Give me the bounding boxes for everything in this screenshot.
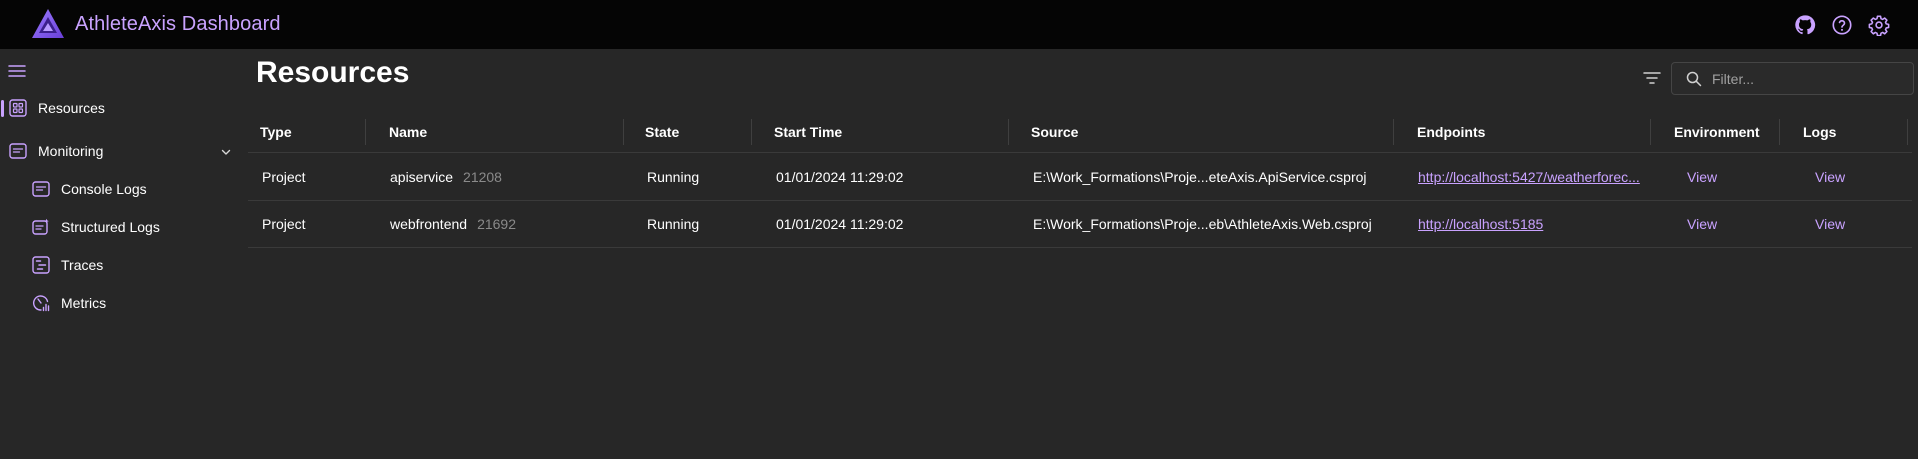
- table-row[interactable]: Project apiservice 21208 Running 01/01/20…: [248, 154, 1912, 201]
- app-header: AthleteAxis Dashboard: [0, 0, 1918, 49]
- sidebar-item-label: Traces: [61, 257, 104, 273]
- table-header: Type Name State Start Time Source Endpoi…: [248, 111, 1912, 153]
- page-title: Resources: [256, 56, 410, 89]
- column-resize-handle[interactable]: [1393, 119, 1394, 145]
- cell-start-time: 01/01/2024 11:29:02: [776, 216, 904, 232]
- column-resize-handle[interactable]: [623, 119, 624, 145]
- sidebar: Resources Monitoring Console Logs Struct…: [0, 49, 245, 459]
- cell-type: Project: [262, 169, 306, 185]
- resource-name: webfrontend: [390, 216, 468, 232]
- column-resize-handle[interactable]: [1008, 119, 1009, 145]
- process-id: 21692: [477, 216, 516, 232]
- column-resize-handle[interactable]: [1779, 119, 1780, 145]
- sidebar-item-label: Metrics: [61, 295, 107, 311]
- table-row[interactable]: Project webfrontend 21692 Running 01/01/2…: [248, 201, 1912, 248]
- structured-logs-icon: [32, 218, 50, 236]
- monitoring-icon: [9, 142, 27, 160]
- sidebar-item-traces[interactable]: Traces: [32, 256, 103, 274]
- sidebar-item-metrics[interactable]: Metrics: [32, 294, 106, 312]
- endpoint-link[interactable]: http://localhost:5427/weatherforec...: [1418, 154, 1646, 200]
- column-resize-handle[interactable]: [1907, 119, 1908, 145]
- column-header-logs[interactable]: Logs: [1803, 111, 1836, 153]
- column-resize-handle[interactable]: [365, 119, 366, 145]
- active-indicator: [1, 100, 4, 117]
- column-header-source[interactable]: Source: [1031, 111, 1078, 153]
- console-logs-icon: [32, 180, 50, 198]
- sidebar-item-label: Structured Logs: [61, 219, 160, 235]
- column-resize-handle[interactable]: [1650, 119, 1651, 145]
- sidebar-item-resources[interactable]: Resources: [9, 99, 105, 117]
- app-title[interactable]: AthleteAxis Dashboard: [75, 13, 281, 36]
- chevron-down-icon[interactable]: [220, 145, 232, 157]
- column-header-name[interactable]: Name: [389, 111, 427, 153]
- settings-icon[interactable]: [1868, 14, 1890, 36]
- environment-view-link[interactable]: View: [1687, 201, 1717, 247]
- logs-view-link[interactable]: View: [1815, 201, 1845, 247]
- cell-state: Running: [647, 169, 700, 185]
- traces-icon: [32, 256, 50, 274]
- cell-name: apiservice 21208: [390, 154, 502, 200]
- endpoint-link[interactable]: http://localhost:5185: [1418, 201, 1646, 247]
- hamburger-menu-icon[interactable]: [8, 63, 26, 79]
- metrics-icon: [32, 294, 50, 312]
- cell-source: E:\Work_Formations\Proje...eb\AthleteAxi…: [1033, 216, 1372, 232]
- sidebar-item-label: Console Logs: [61, 181, 147, 197]
- resources-icon: [9, 99, 27, 117]
- github-icon[interactable]: [1794, 14, 1816, 36]
- cell-type: Project: [262, 216, 306, 232]
- process-id: 21208: [463, 169, 502, 185]
- search-icon: [1686, 71, 1702, 87]
- cell-state: Running: [647, 216, 700, 232]
- resource-name: apiservice: [390, 169, 454, 185]
- cell-source: E:\Work_Formations\Proje...eteAxis.ApiSe…: [1033, 169, 1367, 185]
- cell-start-time: 01/01/2024 11:29:02: [776, 169, 904, 185]
- column-header-environment[interactable]: Environment: [1674, 111, 1760, 153]
- search-input[interactable]: [1712, 70, 1902, 87]
- help-icon[interactable]: [1831, 14, 1853, 36]
- column-header-state[interactable]: State: [645, 111, 679, 153]
- environment-view-link[interactable]: View: [1687, 154, 1717, 200]
- column-header-type[interactable]: Type: [260, 111, 292, 153]
- logs-view-link[interactable]: View: [1815, 154, 1845, 200]
- sidebar-item-label: Monitoring: [38, 143, 104, 159]
- app-logo-icon: [31, 8, 65, 39]
- filter-search-field[interactable]: [1671, 62, 1914, 95]
- column-header-start-time[interactable]: Start Time: [774, 111, 842, 153]
- cell-name: webfrontend 21692: [390, 201, 516, 247]
- sidebar-item-structured-logs[interactable]: Structured Logs: [32, 218, 160, 236]
- filter-icon[interactable]: [1642, 69, 1662, 87]
- column-header-endpoints[interactable]: Endpoints: [1417, 111, 1485, 153]
- sidebar-item-console-logs[interactable]: Console Logs: [32, 180, 147, 198]
- column-resize-handle[interactable]: [751, 119, 752, 145]
- sidebar-item-label: Resources: [38, 100, 105, 116]
- sidebar-item-monitoring[interactable]: Monitoring: [9, 142, 103, 160]
